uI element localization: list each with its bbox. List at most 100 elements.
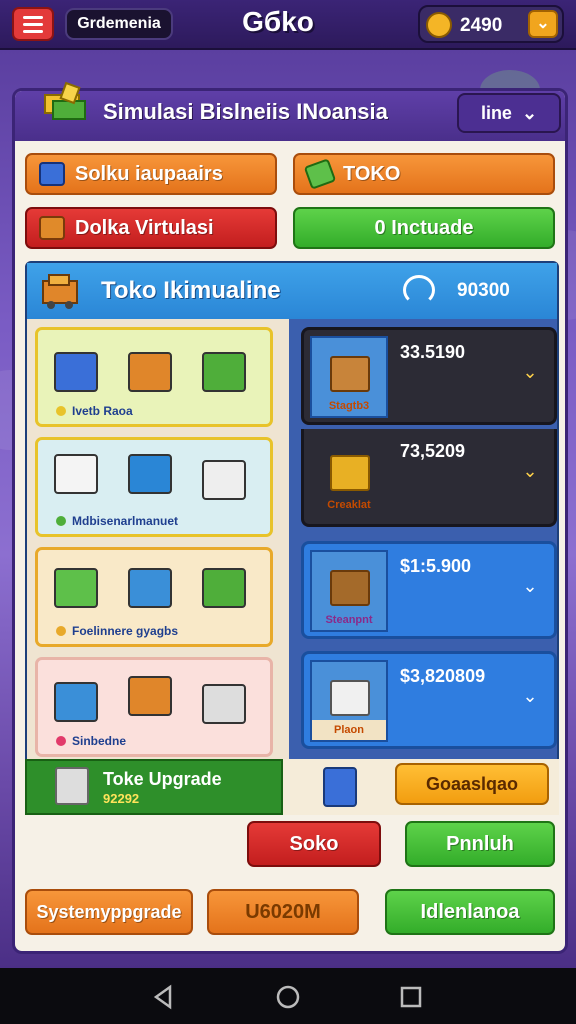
chevron-down-icon: ⌄ xyxy=(521,102,538,123)
box-icon xyxy=(39,162,65,186)
sell-button-label: Soko xyxy=(289,832,339,855)
bin-icon xyxy=(54,682,98,722)
box-icon xyxy=(330,356,370,392)
upgrade-value: 92292 xyxy=(103,791,140,806)
product-name: Stagtb3 xyxy=(328,400,370,412)
store-body: Ivetb Raoa Mdbisenarlmanuet Foelinnere g… xyxy=(27,319,557,809)
coin-dropdown-button[interactable]: ⌄ xyxy=(528,10,558,38)
heart-icon xyxy=(56,406,66,416)
tent-icon xyxy=(54,454,98,494)
category-card[interactable]: Mdbisenarlmanuet xyxy=(35,437,273,537)
category-label: Ivetb Raoa xyxy=(72,404,133,418)
product-name: Plaon xyxy=(312,720,386,740)
heart-icon xyxy=(56,626,66,636)
panel-title: Simulasi Bislneiis INoansia xyxy=(103,99,388,124)
upgrade-action-area: Goaaslqao xyxy=(283,759,559,815)
product-thumbnail: Creaklat xyxy=(310,435,388,517)
virtual-shop-button[interactable]: Dolka Virtulasi xyxy=(25,207,277,249)
coin-value: 2490 xyxy=(460,15,503,36)
username-label: Grdemenia xyxy=(65,8,173,40)
crate-icon xyxy=(39,216,65,240)
crate-icon xyxy=(54,568,98,608)
monitor-icon xyxy=(128,454,172,494)
store-balance: 90300 xyxy=(457,280,510,301)
chevron-down-icon[interactable]: ⌄ xyxy=(520,686,540,706)
refresh-icon[interactable] xyxy=(403,275,435,305)
product-thumbnail: Plaon xyxy=(310,660,388,742)
product-price: $3,820809 xyxy=(400,666,486,686)
system-upgrade-button[interactable]: Systemyppgrade xyxy=(25,889,193,935)
package-icon xyxy=(55,767,89,805)
publish-button[interactable]: Pnnluh xyxy=(405,821,555,867)
category-column: Ivetb Raoa Mdbisenarlmanuet Foelinnere g… xyxy=(27,319,289,809)
category-label: Mdbisenarlmanuet xyxy=(72,514,179,528)
toko-button[interactable]: TOKO xyxy=(293,153,555,195)
tv-crate-icon xyxy=(330,570,370,606)
chevron-down-icon[interactable]: ⌄ xyxy=(520,461,540,481)
panel-title-bar: Simulasi Bislneiis INoansia line ⌄ xyxy=(15,81,565,141)
product-price: 73,5209 xyxy=(400,441,466,461)
gift-box-icon xyxy=(330,455,370,491)
worker-icon xyxy=(323,767,357,807)
include-button-label: 0 Inctuade xyxy=(374,216,474,239)
product-card[interactable]: Plaon $3,820809 ⌄ xyxy=(301,651,557,749)
product-thumbnail: Steanpnt xyxy=(310,550,388,632)
store-header: Toko Ikimualine 90300 xyxy=(27,263,557,319)
toko-button-label: TOKO xyxy=(343,162,401,185)
coin-counter: 2490 ⌄ xyxy=(418,5,564,43)
product-name: Creaklat xyxy=(327,499,371,511)
publish-button-label: Pnnluh xyxy=(446,832,514,855)
cart-icon xyxy=(202,684,246,724)
product-price: $1:5.900 xyxy=(400,556,472,576)
product-card[interactable]: Stagtb3 33.5190 ⌄ xyxy=(301,327,557,425)
game-title: Gбko xyxy=(242,6,314,37)
coin-icon xyxy=(426,12,452,38)
value-button[interactable]: U6020M xyxy=(207,889,359,935)
menu-button[interactable] xyxy=(12,7,54,41)
product-thumbnail: Stagtb3 xyxy=(310,336,388,418)
recents-icon[interactable] xyxy=(398,984,424,1010)
cart-icon xyxy=(202,352,246,392)
chevron-down-icon[interactable]: ⌄ xyxy=(520,576,540,596)
value-button-label: U6020M xyxy=(245,900,321,923)
store-upgrade-strip[interactable]: Toke Upgrade 92292 xyxy=(25,759,283,815)
product-card[interactable]: Creaklat 73,5209 ⌄ xyxy=(301,429,557,527)
store-panel: Toko Ikimualine 90300 Ivetb Raoa Mdbisen… xyxy=(25,261,559,811)
main-panel: Simulasi Bislneiis INoansia line ⌄ Solku… xyxy=(12,81,568,954)
money-stack-icon xyxy=(44,81,86,120)
maintenance-button[interactable]: Idlenlanoa xyxy=(385,889,555,935)
category-label: Foelinnere gyagbs xyxy=(72,624,179,638)
virtual-shop-label: Dolka Virtulasi xyxy=(75,216,214,239)
product-card[interactable]: Steanpnt $1:5.900 ⌄ xyxy=(301,541,557,639)
cash-icon xyxy=(303,158,337,190)
system-nav-bar xyxy=(0,968,576,1024)
shelf-icon xyxy=(54,352,98,392)
category-card[interactable]: Sinbedne xyxy=(35,657,273,757)
category-card[interactable]: Foelinnere gyagbs xyxy=(35,547,273,647)
parts-button-label: Solku iaupaairs xyxy=(75,162,223,185)
box-icon xyxy=(128,352,172,392)
store-title: Toko Ikimualine xyxy=(101,277,281,304)
upgrade-title: Toke Upgrade xyxy=(103,769,222,789)
sell-button[interactable]: Soko xyxy=(247,821,381,867)
category-label: Sinbedne xyxy=(72,734,127,748)
system-upgrade-label: Systemyppgrade xyxy=(36,901,182,922)
product-name: Steanpnt xyxy=(325,614,373,626)
maintenance-button-label: Idlenlanoa xyxy=(420,900,520,923)
upgrade-confirm-label: Goaaslqao xyxy=(425,773,519,794)
panel-dropdown-label: line xyxy=(480,102,512,123)
home-icon[interactable] xyxy=(275,984,301,1010)
category-card[interactable]: Ivetb Raoa xyxy=(35,327,273,427)
menu-icon xyxy=(23,15,43,19)
cart-icon xyxy=(202,568,246,608)
product-price: 33.5190 xyxy=(400,342,466,362)
vegetable-box-icon xyxy=(330,680,370,716)
back-icon[interactable] xyxy=(150,984,176,1010)
upgrade-confirm-button[interactable]: Goaaslqao xyxy=(395,763,549,805)
parts-button[interactable]: Solku iaupaairs xyxy=(25,153,277,195)
chevron-down-icon[interactable]: ⌄ xyxy=(520,362,540,382)
include-button[interactable]: 0 Inctuade xyxy=(293,207,555,249)
top-bar: Grdemenia Gбko 2490 ⌄ xyxy=(0,0,576,50)
laptop-icon xyxy=(128,568,172,608)
panel-dropdown[interactable]: line ⌄ xyxy=(457,93,561,133)
